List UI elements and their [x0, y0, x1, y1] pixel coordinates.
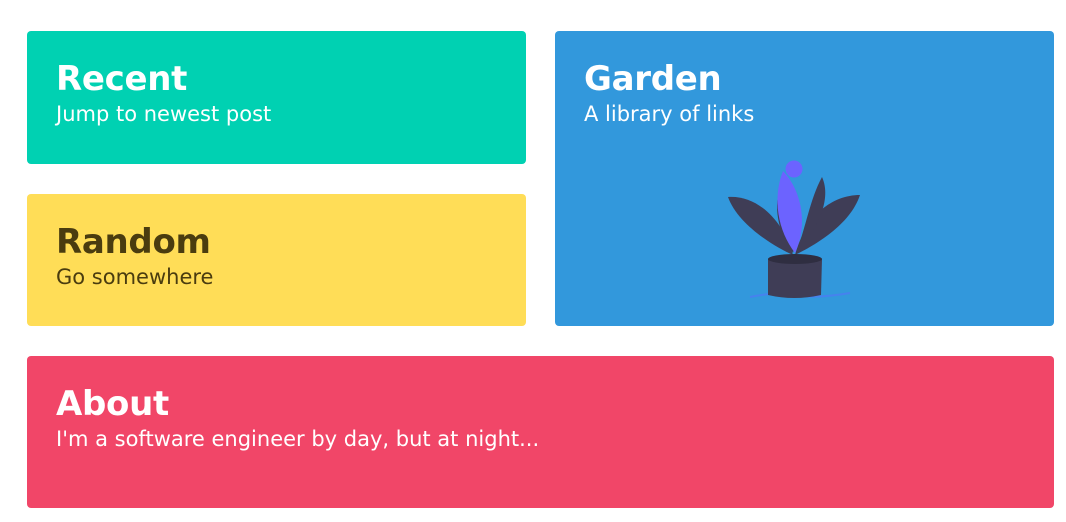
garden-card-subtitle: A library of links	[584, 102, 755, 126]
about-card-subtitle: I'm a software engineer by day, but at n…	[56, 427, 540, 451]
about-card[interactable]: About I'm a software engineer by day, bu…	[27, 356, 1054, 508]
about-card-title: About	[56, 384, 169, 424]
random-card-title: Random	[56, 222, 211, 262]
potted-plant-illustration	[728, 160, 860, 298]
recent-card-subtitle: Jump to newest post	[56, 102, 272, 126]
garden-card-title: Garden	[584, 59, 722, 99]
recent-card-title: Recent	[56, 59, 188, 99]
recent-card[interactable]: Recent Jump to newest post	[27, 31, 526, 164]
random-card-subtitle: Go somewhere	[56, 265, 214, 289]
random-card[interactable]: Random Go somewhere	[27, 194, 526, 326]
garden-card[interactable]: Garden A library of links	[555, 31, 1054, 326]
